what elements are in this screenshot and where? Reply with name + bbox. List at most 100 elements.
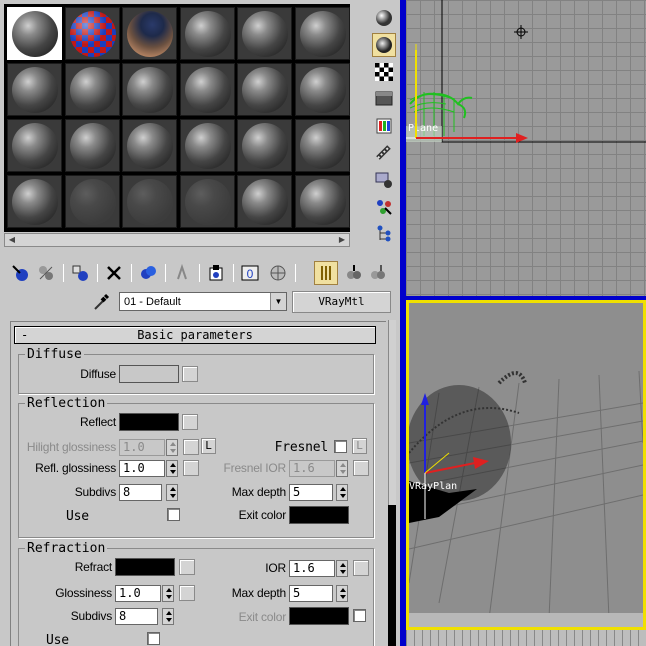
sample-slot[interactable] — [294, 175, 350, 228]
reset-map-button[interactable] — [102, 261, 126, 285]
hilight-glossiness-spinner[interactable] — [166, 439, 178, 456]
sample-slot[interactable] — [7, 7, 62, 60]
reflect-color-swatch[interactable] — [119, 413, 179, 431]
sample-slot[interactable] — [179, 119, 235, 172]
sample-slot[interactable] — [122, 63, 177, 116]
sample-slot[interactable] — [179, 175, 235, 228]
sample-slot[interactable] — [64, 175, 120, 228]
select-by-material-button[interactable] — [372, 195, 396, 219]
fresnel-ior-field[interactable]: 1.6 — [289, 460, 335, 477]
pick-material-button[interactable] — [90, 292, 112, 312]
basic-parameters-rollout[interactable]: - Basic parameters — [14, 326, 376, 344]
refl-max-depth-field[interactable]: 5 — [289, 484, 333, 501]
refl-subdivs-field[interactable]: 8 — [119, 484, 162, 501]
refr-subdivs-field[interactable]: 8 — [115, 608, 158, 625]
go-to-parent-button[interactable] — [342, 261, 366, 285]
refl-glossiness-map-button[interactable] — [183, 460, 199, 476]
get-material-button[interactable] — [8, 261, 32, 285]
refr-exit-color-swatch[interactable] — [289, 607, 349, 625]
sample-slot[interactable] — [122, 7, 177, 60]
assign-material-button[interactable] — [68, 261, 92, 285]
sample-slot[interactable] — [237, 7, 292, 60]
sample-slot[interactable] — [294, 119, 350, 172]
fresnel-lock-button[interactable]: L — [352, 438, 367, 454]
sample-type-button[interactable] — [372, 6, 396, 30]
material-map-navigator-button[interactable] — [372, 222, 396, 246]
ior-spinner[interactable] — [336, 560, 348, 577]
scrollbar-thumb[interactable] — [388, 505, 396, 646]
diffuse-color-swatch[interactable] — [119, 365, 179, 383]
refl-glossiness-spinner[interactable] — [166, 460, 178, 477]
top-viewport[interactable]: Plane — [406, 0, 646, 296]
refl-subdivs-spinner[interactable] — [166, 484, 178, 501]
hilight-glossiness-map-button[interactable] — [183, 439, 199, 455]
sample-slot[interactable] — [179, 7, 235, 60]
scrollbar-thumb[interactable] — [19, 235, 339, 245]
refract-color-swatch[interactable] — [115, 558, 175, 576]
refl-max-depth-spinner[interactable] — [336, 484, 348, 501]
put-to-scene-button[interactable] — [34, 261, 58, 285]
show-map-in-viewport-button[interactable] — [266, 261, 290, 285]
go-forward-to-sibling-button[interactable] — [366, 261, 390, 285]
show-end-result-button[interactable] — [314, 261, 338, 285]
video-color-check-button[interactable] — [372, 114, 396, 138]
sample-slot[interactable] — [122, 119, 177, 172]
refr-glossiness-map-button[interactable] — [179, 585, 195, 601]
chevron-down-icon[interactable]: ▼ — [270, 293, 286, 310]
refl-subdivs-label: Subdivs — [74, 485, 116, 499]
sample-slot[interactable] — [294, 63, 350, 116]
make-copy-button[interactable] — [136, 261, 160, 285]
sample-slot[interactable] — [237, 63, 292, 116]
hilight-glossiness-field[interactable]: 1.0 — [119, 439, 165, 456]
refr-max-depth-spinner[interactable] — [336, 585, 348, 602]
sample-slot[interactable] — [64, 119, 120, 172]
sample-slot[interactable] — [294, 7, 350, 60]
material-id-channel-button[interactable]: 0 — [238, 261, 262, 285]
refr-exit-color-checkbox[interactable] — [353, 609, 366, 622]
refr-use-checkbox[interactable] — [147, 632, 160, 645]
reflect-map-button[interactable] — [182, 414, 198, 430]
make-unique-button[interactable] — [170, 261, 194, 285]
refr-subdivs-spinner[interactable] — [162, 608, 174, 625]
sample-slots-scrollbar[interactable]: ◀ ▶ — [4, 233, 350, 247]
sample-slot[interactable] — [7, 119, 62, 172]
refl-glossiness-field[interactable]: 1.0 — [119, 460, 165, 477]
sample-slot[interactable] — [64, 63, 120, 116]
refr-glossiness-field[interactable]: 1.0 — [115, 585, 161, 602]
refl-use-checkbox[interactable] — [167, 508, 180, 521]
refr-glossiness-spinner[interactable] — [162, 585, 174, 602]
material-name-dropdown[interactable]: 01 - Default ▼ — [119, 292, 287, 311]
sample-uv-tiling-button[interactable] — [372, 87, 396, 111]
material-name-value: 01 - Default — [124, 296, 181, 308]
make-preview-button[interactable] — [372, 141, 396, 165]
refl-max-depth-label: Max depth — [231, 485, 286, 499]
ior-map-button[interactable] — [353, 560, 369, 576]
sample-slot[interactable] — [7, 63, 62, 116]
refract-map-button[interactable] — [179, 559, 195, 575]
put-to-library-button[interactable] — [204, 261, 228, 285]
fresnel-ior-spinner[interactable] — [336, 460, 348, 477]
options-button[interactable] — [372, 168, 396, 192]
scroll-right-icon[interactable]: ▶ — [336, 235, 348, 245]
parameters-scrollbar[interactable] — [386, 320, 399, 646]
perspective-viewport[interactable]: VRayPlan — [406, 300, 646, 630]
hilight-lock-button[interactable]: L — [201, 438, 216, 454]
sample-slot[interactable] — [122, 175, 177, 228]
time-slider-track[interactable] — [406, 630, 646, 646]
sample-slot[interactable] — [237, 175, 292, 228]
ior-field[interactable]: 1.6 — [289, 560, 335, 577]
backlight-button[interactable] — [372, 33, 396, 57]
fresnel-checkbox[interactable] — [334, 440, 347, 453]
sample-slot[interactable] — [179, 63, 235, 116]
diffuse-map-button[interactable] — [182, 366, 198, 382]
sample-slot[interactable] — [7, 175, 62, 228]
scroll-left-icon[interactable]: ◀ — [6, 235, 18, 245]
refl-exit-color-swatch[interactable] — [289, 506, 349, 524]
sample-slot[interactable] — [237, 119, 292, 172]
fresnel-ior-map-button[interactable] — [353, 460, 369, 476]
options-icon — [375, 172, 392, 188]
material-type-button[interactable]: VRayMtl — [292, 291, 391, 313]
sample-slot[interactable] — [64, 7, 120, 60]
background-button[interactable] — [372, 60, 396, 84]
refr-max-depth-field[interactable]: 5 — [289, 585, 333, 602]
